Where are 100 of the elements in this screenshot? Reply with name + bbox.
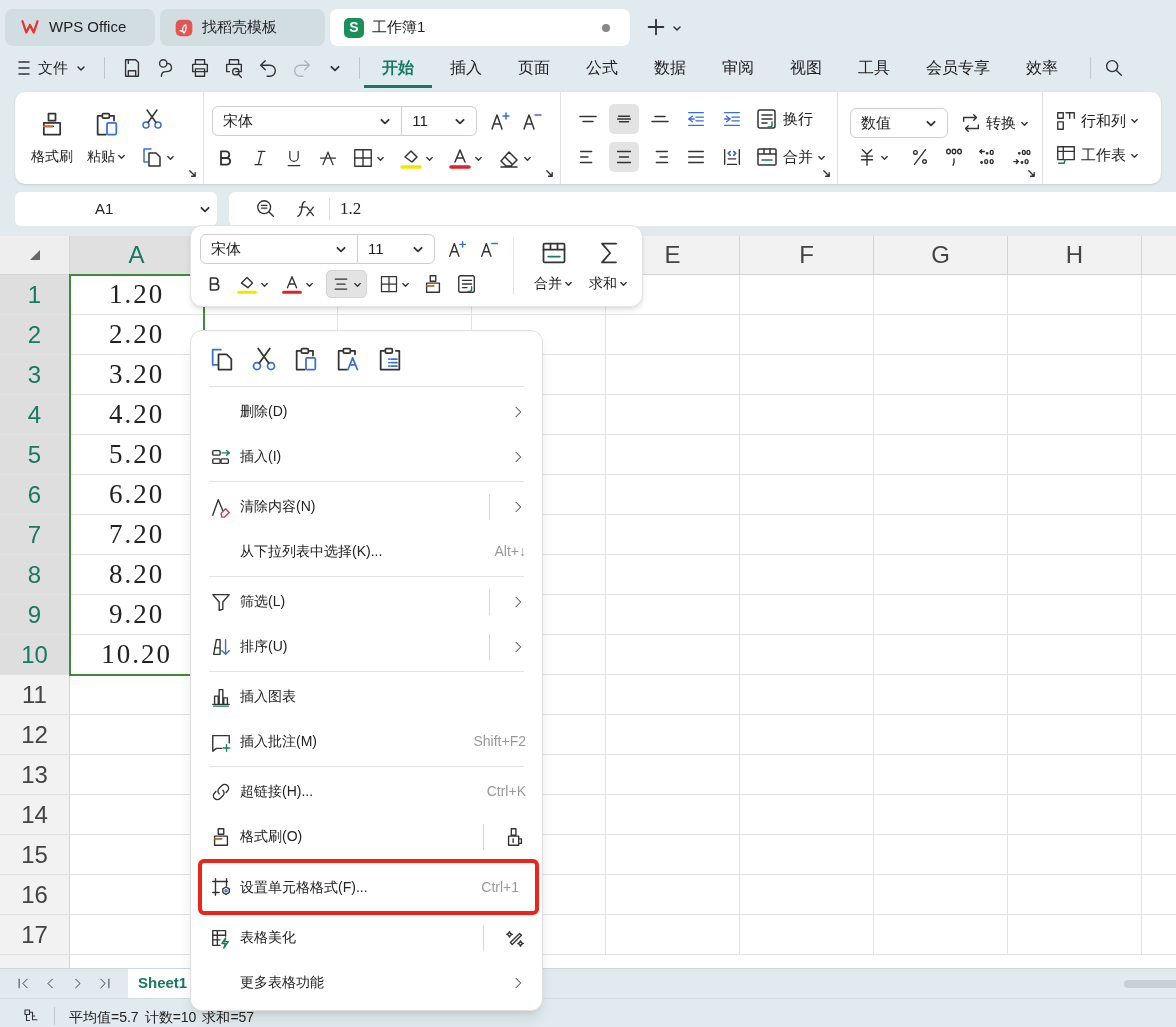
function-icon[interactable] [295, 198, 317, 220]
ribbon-tab[interactable]: 公式 [568, 48, 636, 88]
status-text: 平均值=5.7 [69, 1009, 139, 1025]
font-name-field[interactable]: 宋体 [212, 106, 403, 136]
convert-button[interactable]: 转换 [960, 111, 1030, 135]
row-header[interactable]: 15 [0, 835, 70, 874]
menu-item[interactable]: 表格美化 [191, 915, 542, 960]
align-top-icon [579, 115, 598, 123]
row-header[interactable]: 13 [0, 755, 70, 794]
status-text: 求和=57 [202, 1009, 255, 1025]
leaf-logo-icon [174, 17, 194, 38]
menu-icon [18, 60, 30, 76]
row-header[interactable]: 10 [0, 635, 70, 674]
last-sheet-icon[interactable] [97, 976, 112, 991]
align-middle-button[interactable] [609, 104, 640, 134]
copy-icon[interactable] [140, 145, 164, 169]
caret-down-icon[interactable] [1130, 116, 1140, 126]
merge-button[interactable]: 合并 [526, 238, 581, 294]
zoom-formula-icon[interactable] [255, 198, 277, 220]
row-header[interactable]: 8 [0, 555, 70, 594]
ribbon-tab[interactable]: 会员专享 [908, 48, 1008, 88]
format-painter-button[interactable]: 格式刷 [31, 109, 73, 167]
row-header[interactable]: 12 [0, 715, 70, 754]
column-header[interactable]: H [1008, 236, 1142, 274]
spreadsheet-logo: S [344, 17, 364, 38]
worksheet-icon [1055, 144, 1078, 167]
font-name-field[interactable]: 宋体 [200, 234, 358, 264]
row-header[interactable]: 3 [0, 355, 70, 394]
file-menu[interactable]: 文件 [18, 56, 94, 80]
row-header[interactable]: 1 [0, 275, 70, 314]
font-color-icon[interactable] [281, 273, 303, 295]
rows-columns-button[interactable]: 行和列 [1055, 109, 1140, 132]
font-size-field[interactable]: 11 [401, 106, 478, 136]
ribbon-tab[interactable]: 工具 [840, 48, 908, 88]
menu-item[interactable]: 格式刷(O) [191, 814, 542, 859]
caret-down-icon[interactable] [76, 63, 86, 73]
menu-item[interactable]: 设置单元格格式(F)... Ctrl+1 [202, 864, 535, 910]
undo-icon[interactable] [257, 57, 279, 79]
print-preview-icon[interactable] [223, 57, 245, 79]
ribbon-tab[interactable]: 效率 [1008, 48, 1076, 88]
font-size-field[interactable]: 11 [357, 234, 435, 264]
shortcut-text: Ctrl+K [486, 782, 526, 801]
menu-item[interactable]: 超链接(H)... Ctrl+K [191, 769, 542, 814]
align-center-button[interactable] [609, 142, 640, 172]
borders-icon[interactable] [379, 274, 399, 294]
row-header[interactable]: 7 [0, 515, 70, 554]
dialog-launcher-icon[interactable] [1027, 169, 1037, 178]
font-color-icon[interactable] [448, 146, 473, 170]
grow-font-icon[interactable] [447, 238, 469, 260]
ribbon-tab[interactable]: 页面 [500, 48, 568, 88]
wrap-text-button[interactable]: 换行 [755, 107, 814, 131]
first-sheet-icon[interactable] [16, 976, 31, 991]
row-header[interactable]: 4 [0, 395, 70, 434]
row-header[interactable]: 17 [0, 915, 70, 954]
rows-columns-icon [1055, 109, 1078, 132]
row-header[interactable]: 6 [0, 475, 70, 514]
print-icon[interactable] [189, 57, 211, 79]
ribbon-tab[interactable]: 数据 [636, 48, 704, 88]
scrollbar-thumb[interactable] [1124, 979, 1176, 988]
borders-icon[interactable] [352, 147, 375, 169]
document-tab[interactable]: WPS Office [5, 9, 155, 46]
dialog-launcher-icon[interactable] [822, 169, 832, 178]
align-center-button[interactable] [326, 270, 367, 298]
number-format-field[interactable]: 数值 [850, 108, 949, 138]
worksheet-button[interactable]: 工作表 [1055, 144, 1140, 167]
paste-button[interactable]: 粘贴 [87, 109, 126, 167]
merge-button[interactable]: 合并 [755, 145, 827, 169]
ribbon-tab[interactable]: 视图 [772, 48, 840, 88]
ribbon-tab[interactable]: 插入 [432, 48, 500, 88]
wps-logo-icon [19, 18, 41, 37]
menu-item[interactable]: 插入图表 [191, 674, 542, 719]
row-header[interactable]: 14 [0, 795, 70, 834]
dialog-launcher-icon[interactable] [545, 169, 555, 178]
row-header[interactable]: 5 [0, 435, 70, 474]
scissors-icon[interactable] [140, 107, 164, 131]
shortcut-text: Ctrl+1 [481, 877, 519, 897]
cell-format-icon [210, 876, 232, 898]
plus-icon[interactable] [645, 16, 667, 38]
align-bottom-icon [651, 115, 670, 123]
menu-item[interactable]: 插入批注(M) Shift+F2 [191, 719, 542, 764]
column-header[interactable]: F [740, 236, 874, 274]
caret-down-icon[interactable] [672, 23, 682, 33]
row-header[interactable]: 16 [0, 875, 70, 914]
status-text: 计数=10 [144, 1009, 197, 1025]
document-tab[interactable]: 找稻壳模板 [160, 9, 325, 46]
row-header[interactable]: 9 [0, 595, 70, 634]
merge-cells-icon [755, 145, 780, 169]
name-box[interactable]: A1 [15, 192, 217, 226]
column-header[interactable]: G [874, 236, 1008, 274]
row-header[interactable]: 11 [0, 675, 70, 714]
ribbon-tab[interactable]: 审阅 [704, 48, 772, 88]
ribbon-tab[interactable]: 开始 [364, 48, 432, 88]
shortcut-text: Alt+↓ [494, 542, 526, 561]
search-icon[interactable] [1103, 57, 1125, 79]
dialog-launcher-icon[interactable] [188, 169, 198, 178]
shortcut-text: Shift+F2 [473, 732, 526, 751]
row-header[interactable]: 2 [0, 315, 70, 354]
wrap-text-icon[interactable] [456, 273, 478, 295]
document-tab[interactable]: S 工作簿1 [330, 9, 630, 46]
select-all-icon[interactable] [28, 249, 41, 261]
